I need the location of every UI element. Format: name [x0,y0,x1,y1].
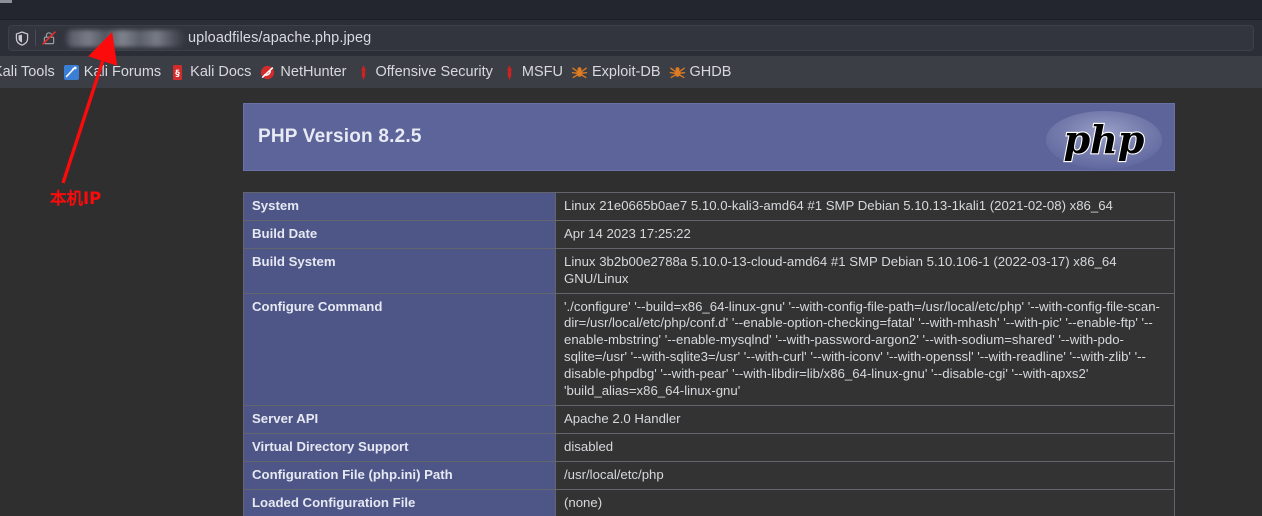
redacted-host-blur [64,29,186,47]
table-row: Virtual Directory Support disabled [243,432,1175,462]
bookmark-exploit-db[interactable]: Exploit-DB [568,56,666,88]
address-bar-url-text: uploadfiles/apache.php.jpeg [188,30,372,46]
bookmark-label: NetHunter [280,64,347,80]
tab-strip [0,0,1262,20]
kali-forums-icon [63,64,79,80]
bookmark-offensive-security[interactable]: Offensive Security [352,56,498,88]
lock-insecure-crossed-icon-svg [41,30,57,46]
phpinfo-table: System Linux 21e0665b0ae7 5.10.0-kali3-am… [243,192,1175,516]
bookmark-kali-tools[interactable]: Kali Tools [0,56,60,88]
bookmark-ghdb[interactable]: GHDB [666,56,737,88]
table-row: Server API Apache 2.0 Handler [243,404,1175,434]
shield-icon-svg [15,30,29,46]
annotation-label: 本机IP [50,189,102,208]
table-cell-key: System [243,192,556,221]
bookmark-msfu[interactable]: MSFU [498,56,568,88]
bookmark-label: Kali Tools [0,64,55,80]
shield-icon[interactable] [9,30,35,46]
nethunter-icon [261,65,275,79]
table-cell-key: Loaded Configuration File [243,488,556,516]
bookmark-kali-forums[interactable]: Kali Forums [60,56,166,88]
lock-insecure-crossed-icon[interactable] [36,30,62,46]
phpinfo-page: PHP Version 8.2.5 php System Linux 21e066… [0,88,1262,516]
bookmark-kali-docs[interactable]: § Kali Docs [166,56,256,88]
table-cell-key: Virtual Directory Support [243,432,556,462]
bookmark-nethunter[interactable]: NetHunter [256,56,351,88]
page-title: PHP Version 8.2.5 [258,126,422,147]
table-cell-key: Configure Command [243,292,556,406]
phpinfo-header-banner: PHP Version 8.2.5 php [243,103,1175,171]
php-logo: php [1046,111,1162,169]
table-row: Configuration File (php.ini) Path/usr/lo… [243,460,1175,490]
table-cell-value: disabled [555,432,1175,462]
exploit-db-spider-icon [571,66,588,78]
kali-docs-icon: § [173,64,183,80]
table-cell-key: Configuration File (php.ini) Path [243,460,556,490]
phpinfo-table-body: System Linux 21e0665b0ae7 5.10.0-kali3-am… [243,192,1175,516]
ghdb-spider-icon [669,66,685,78]
bookmark-label: Kali Forums [83,64,162,80]
bookmark-label: Kali Docs [190,64,252,80]
bookmark-label: Exploit-DB [592,64,661,80]
table-row: Build Date Apr 14 2023 17:25:22 [243,219,1175,249]
browser-chrome: uploadfiles/apache.php.jpeg Kali Tools Ka… [0,0,1262,88]
table-cell-value: Linux 21e0665b0ae7 5.10.0-kali3-amd64 #1… [555,192,1175,221]
table-cell-value: './configure' '--build=x86_64-linux-gnu'… [555,292,1175,406]
table-cell-key: Build Date [243,219,556,249]
svg-text:php: php [1064,117,1145,162]
table-row: Configure Command './configure' '--build=… [243,292,1175,406]
table-cell-value: (none) [555,488,1175,516]
bookmark-label: Offensive Security [375,64,493,80]
table-cell-value: /usr/local/etc/php [555,460,1175,490]
bookmark-label: MSFU [521,64,563,80]
table-row: Build System Linux 3b2b00e2788a 5.10.0-13… [243,247,1175,294]
table-row: System Linux 21e0665b0ae7 5.10.0-kali3-am… [243,192,1175,221]
table-cell-value: Apache 2.0 Handler [555,404,1175,434]
offsec-icon [360,64,366,80]
bookmark-label: GHDB [689,64,732,80]
table-row: Loaded Configuration File (none) [243,488,1175,516]
msfu-icon [507,64,512,80]
table-cell-value: Apr 14 2023 17:25:22 [555,219,1175,249]
svg-text:§: § [175,69,180,79]
tab-strip-indicator [0,0,12,3]
table-cell-key: Server API [243,404,556,434]
table-cell-key: Build System [243,247,556,294]
address-bar[interactable]: uploadfiles/apache.php.jpeg [8,25,1254,51]
navigation-toolbar: uploadfiles/apache.php.jpeg [0,20,1262,56]
table-cell-value: Linux 3b2b00e2788a 5.10.0-13-cloud-amd64… [555,247,1175,294]
bookmarks-bar: Kali Tools Kali Forums § Kali Docs NetHunter… [0,56,1262,88]
